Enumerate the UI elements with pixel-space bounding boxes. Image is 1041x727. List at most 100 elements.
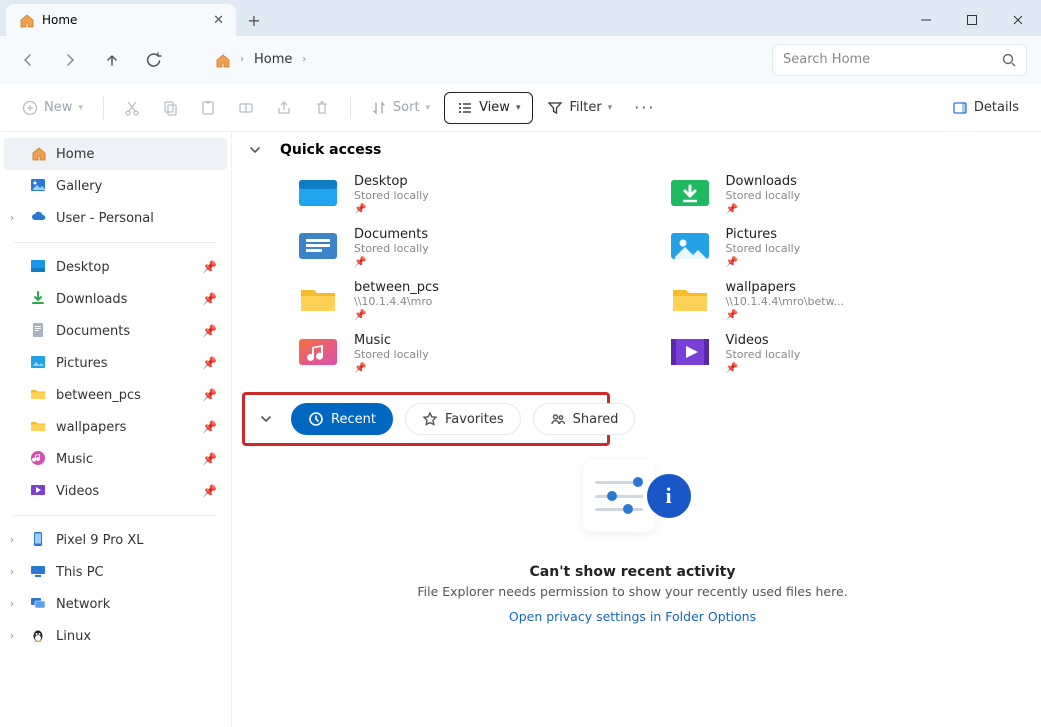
paste-button[interactable] (192, 92, 224, 124)
sidebar-item-home[interactable]: Home (4, 138, 227, 170)
chevron-down-icon[interactable] (248, 143, 262, 157)
sidebar-item-label: between_pcs (56, 388, 141, 403)
quick-access-item[interactable]: VideosStored locally📌 (662, 329, 1024, 378)
back-button[interactable] (14, 46, 42, 74)
videos-icon (30, 482, 48, 500)
folder-location: Stored locally (354, 189, 429, 202)
copy-button[interactable] (154, 92, 186, 124)
chevron-right-icon[interactable]: › (10, 631, 14, 642)
quick-access-item[interactable]: between_pcs\\10.1.4.4\mro📌 (290, 276, 652, 325)
search-input[interactable]: Search Home (772, 44, 1027, 76)
sidebar-item-downloads[interactable]: Downloads📌 (4, 283, 227, 315)
search-placeholder: Search Home (783, 52, 870, 67)
quick-access-item[interactable]: MusicStored locally📌 (290, 329, 652, 378)
folder-icon (30, 386, 48, 404)
rename-button[interactable] (230, 92, 262, 124)
pin-icon: 📌 (354, 204, 429, 215)
sidebar-item-pictures[interactable]: Pictures📌 (4, 347, 227, 379)
details-icon (952, 100, 968, 116)
filter-button[interactable]: Filter▾ (539, 92, 620, 124)
share-icon (276, 100, 292, 116)
search-icon (1002, 53, 1016, 67)
folder-name: Music (354, 333, 429, 348)
sidebar-item-gallery[interactable]: Gallery (4, 170, 227, 202)
chevron-right-icon[interactable]: › (10, 599, 14, 610)
folder-location: \\10.1.4.4\mro\betw... (726, 295, 845, 308)
chevron-right-icon[interactable]: › (10, 213, 14, 224)
tab-title: Home (42, 13, 77, 27)
quick-access-header[interactable]: Quick access (242, 140, 1023, 166)
sidebar-item-desktop[interactable]: Desktop📌 (4, 251, 227, 283)
empty-text: File Explorer needs permission to show y… (417, 584, 847, 599)
sidebar-item-between-pcs[interactable]: between_pcs📌 (4, 379, 227, 411)
sidebar-item-network[interactable]: ›Network (4, 588, 227, 620)
close-tab-icon[interactable]: ✕ (213, 13, 224, 28)
sidebar-item-pixel-9-pro-xl[interactable]: › Pixel 9 Pro XL (4, 524, 227, 556)
paste-icon (200, 100, 216, 116)
chip-shared[interactable]: Shared (533, 403, 636, 435)
close-button[interactable] (995, 4, 1041, 36)
pin-icon: 📌 (354, 363, 429, 374)
quick-access-item[interactable]: wallpapers\\10.1.4.4\mro\betw...📌 (662, 276, 1024, 325)
star-icon (422, 411, 438, 427)
pin-icon: 📌 (726, 310, 845, 321)
folder-location: Stored locally (354, 242, 429, 255)
sidebar-item-user-personal[interactable]: ›User - Personal (4, 202, 227, 234)
cut-button[interactable] (116, 92, 148, 124)
sidebar-item-documents[interactable]: Documents 📌 (4, 315, 227, 347)
pin-icon: 📌 (354, 310, 439, 321)
details-pane-button[interactable]: Details (944, 92, 1027, 124)
sidebar-item-label: Music (56, 452, 93, 467)
sort-icon (371, 100, 387, 116)
pin-icon: 📌 (202, 420, 217, 434)
quick-access-item[interactable]: DocumentsStored locally📌 (290, 223, 652, 272)
tab-home[interactable]: Home ✕ (6, 4, 236, 36)
folder-icon (30, 418, 48, 436)
title-bar: Home ✕ + (0, 0, 1041, 36)
forward-button[interactable] (56, 46, 84, 74)
share-button[interactable] (268, 92, 300, 124)
home-icon (214, 52, 230, 68)
delete-button[interactable] (306, 92, 338, 124)
settings-graphic-icon (583, 460, 655, 532)
pin-icon: 📌 (726, 204, 801, 215)
sidebar-item-this-pc[interactable]: › This PC (4, 556, 227, 588)
up-button[interactable] (98, 46, 126, 74)
recent-empty-state: i Can't show recent activity File Explor… (242, 460, 1023, 624)
sidebar-item-label: This PC (56, 565, 104, 580)
more-button[interactable]: ··· (626, 92, 663, 124)
breadcrumb-label: Home (254, 52, 292, 67)
sidebar-item-label: Linux (56, 629, 91, 644)
pin-icon: 📌 (202, 324, 217, 338)
sidebar-item-music[interactable]: Music📌 (4, 443, 227, 475)
chevron-right-icon[interactable]: › (10, 567, 14, 578)
chip-recent[interactable]: Recent (291, 403, 393, 435)
pin-icon: 📌 (726, 363, 801, 374)
view-button[interactable]: View▾ (444, 92, 533, 124)
maximize-button[interactable] (949, 4, 995, 36)
chevron-down-icon[interactable] (259, 412, 273, 426)
sidebar-item-label: Documents (56, 324, 130, 339)
downloads-folder-icon (668, 174, 712, 212)
minimize-button[interactable] (903, 4, 949, 36)
sidebar-item-videos[interactable]: Videos📌 (4, 475, 227, 507)
breadcrumb[interactable]: › Home › (206, 44, 314, 76)
new-button[interactable]: New▾ (14, 92, 91, 124)
refresh-button[interactable] (140, 46, 168, 74)
sidebar-item-label: wallpapers (56, 420, 126, 435)
sidebar-item-label: Pixel 9 Pro XL (56, 533, 144, 548)
pin-icon: 📌 (202, 292, 217, 306)
quick-access-item[interactable]: DownloadsStored locally📌 (662, 170, 1024, 219)
sidebar-item-linux[interactable]: › Linux (4, 620, 227, 652)
quick-access-item[interactable]: DesktopStored locally📌 (290, 170, 652, 219)
empty-title: Can't show recent activity (530, 564, 736, 580)
sidebar-item-wallpapers[interactable]: wallpapers 📌 (4, 411, 227, 443)
chevron-right-icon[interactable]: › (10, 535, 14, 546)
quick-access-item[interactable]: PicturesStored locally📌 (662, 223, 1024, 272)
chip-favorites[interactable]: Favorites (405, 403, 521, 435)
privacy-settings-link[interactable]: Open privacy settings in Folder Options (509, 609, 756, 624)
new-tab-button[interactable]: + (236, 4, 272, 36)
plus-circle-icon (22, 100, 38, 116)
pin-icon: 📌 (202, 484, 217, 498)
sort-button[interactable]: Sort▾ (363, 92, 438, 124)
